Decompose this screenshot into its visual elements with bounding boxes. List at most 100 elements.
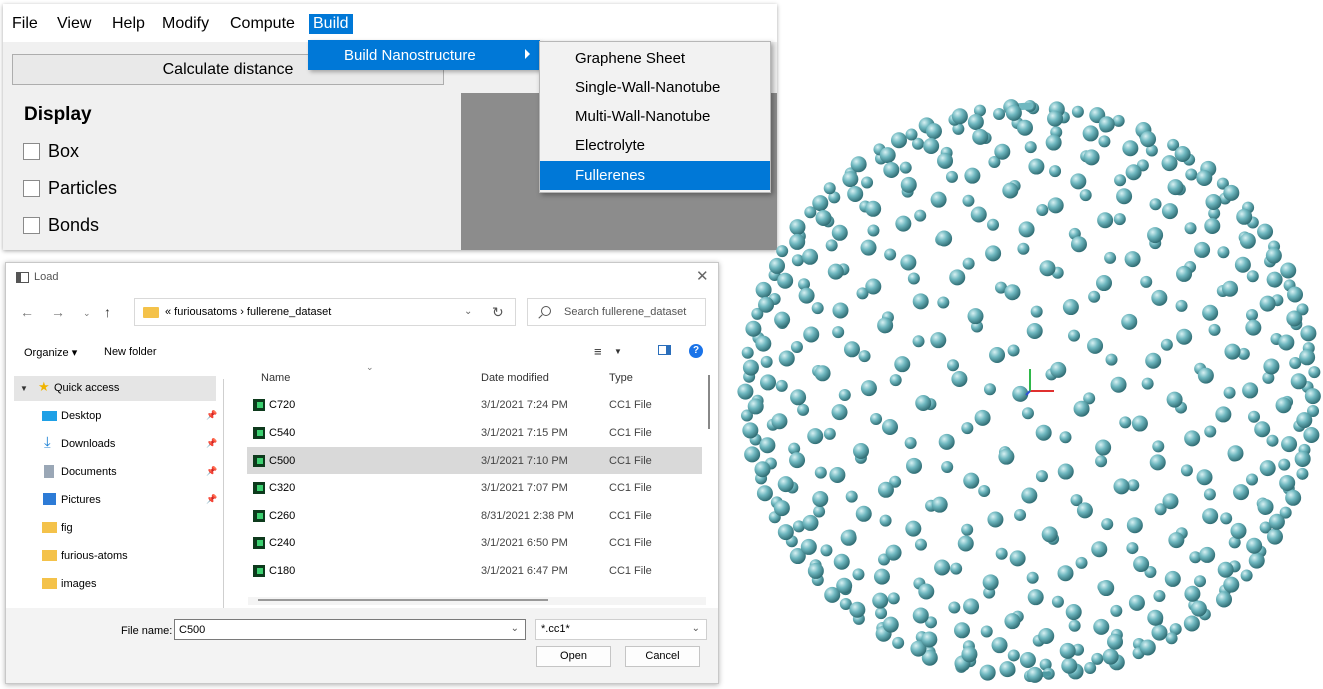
menu-item-graphene-sheet[interactable]: Graphene Sheet	[540, 44, 770, 73]
atom	[1095, 455, 1108, 468]
column-header-type[interactable]: Type	[609, 372, 633, 384]
column-header-date[interactable]: Date modified	[481, 372, 549, 384]
nav-item-furious-atoms[interactable]: furious-atoms	[14, 544, 216, 569]
file-row[interactable]: C260 8/31/2021 2:38 PM CC1 File	[247, 502, 702, 529]
nav-item-fig[interactable]: fig	[14, 516, 216, 541]
atom	[914, 209, 927, 222]
atom	[1290, 373, 1307, 390]
file-row[interactable]: C720 3/1/2021 7:24 PM CC1 File	[247, 391, 702, 418]
particles-checkbox[interactable]	[23, 180, 40, 197]
file-list-scrollbar[interactable]	[708, 375, 710, 429]
atom	[1038, 628, 1055, 645]
nav-scrollbar[interactable]	[223, 379, 224, 609]
menu-build[interactable]: Build	[309, 14, 353, 34]
column-header-name[interactable]: Name	[261, 372, 290, 384]
atom	[773, 500, 790, 517]
atom	[1166, 391, 1183, 408]
atom	[754, 461, 771, 478]
file-date: 8/31/2021 2:38 PM	[481, 510, 574, 522]
atom	[777, 524, 794, 541]
fullerene-molecule-view[interactable]	[735, 96, 1323, 686]
chevron-down-icon[interactable]: ⌄	[511, 623, 519, 634]
picture-icon	[43, 493, 56, 505]
file-row[interactable]: C180 3/1/2021 6:47 PM CC1 File	[247, 557, 702, 584]
nav-item-pictures[interactable]: Pictures 📌	[14, 488, 217, 513]
file-type-filter[interactable]: *.cc1* ⌄	[535, 619, 707, 640]
back-arrow-icon[interactable]: ←	[20, 304, 34, 320]
nav-item-quick-access[interactable]: ▼ ★ Quick access	[14, 376, 216, 401]
atom	[1184, 222, 1197, 235]
pin-icon[interactable]: 📌	[206, 438, 217, 449]
atom	[1176, 265, 1193, 282]
atom	[797, 403, 810, 416]
nav-item-documents[interactable]: Documents 📌	[14, 460, 217, 485]
atom	[894, 356, 911, 373]
atom	[1239, 232, 1256, 249]
chevron-down-icon[interactable]: ⌄	[692, 623, 700, 634]
atom	[1202, 508, 1219, 525]
forward-arrow-icon[interactable]: →	[51, 304, 65, 320]
chevron-down-icon[interactable]: ▼	[614, 347, 622, 356]
file-row[interactable]: C240 3/1/2021 6:50 PM CC1 File	[247, 529, 702, 556]
horizontal-scrollbar[interactable]	[248, 597, 706, 605]
up-arrow-icon[interactable]: ↑	[104, 304, 111, 320]
atom	[742, 359, 759, 376]
menu-help[interactable]: Help	[112, 15, 145, 33]
scrollbar-thumb[interactable]	[258, 599, 548, 601]
view-menu-icon[interactable]: ≡	[594, 344, 602, 359]
pin-icon[interactable]: 📌	[206, 410, 217, 421]
new-folder-button[interactable]: New folder	[104, 346, 157, 358]
box-checkbox[interactable]	[23, 143, 40, 160]
file-type: CC1 File	[609, 399, 652, 411]
menu-compute[interactable]: Compute	[230, 15, 295, 33]
expand-chevron-icon[interactable]: ▼	[20, 384, 28, 393]
build-nanostructure-menu-item[interactable]: Build Nanostructure	[308, 40, 540, 70]
file-row[interactable]: C540 3/1/2021 7:15 PM CC1 File	[247, 419, 702, 446]
atom	[847, 185, 864, 202]
menu-view[interactable]: View	[57, 15, 91, 33]
organize-button[interactable]: Organize ▾	[24, 346, 77, 359]
nav-item-desktop[interactable]: Desktop 📌	[14, 404, 217, 429]
display-heading: Display	[24, 104, 92, 125]
file-row-selected[interactable]: C500 3/1/2021 7:10 PM CC1 File	[247, 447, 702, 474]
atom	[1184, 585, 1201, 602]
atom	[870, 412, 883, 425]
nav-item-downloads[interactable]: ⤓ Downloads 📌	[14, 432, 217, 457]
file-type: CC1 File	[609, 427, 652, 439]
atom	[1026, 571, 1039, 584]
chevron-down-icon[interactable]: ⌄	[464, 306, 472, 317]
nav-item-label: Documents	[61, 466, 117, 478]
atom	[882, 616, 899, 633]
atom	[1167, 179, 1184, 196]
menu-modify[interactable]: Modify	[162, 15, 209, 33]
atom	[756, 485, 773, 502]
atom	[1047, 110, 1064, 127]
atom	[1082, 125, 1099, 142]
atom	[807, 562, 824, 579]
cancel-button[interactable]: Cancel	[625, 646, 700, 667]
address-bar[interactable]: « furiousatoms › fullerene_dataset ⌄ ↻	[134, 298, 516, 326]
file-date: 3/1/2021 6:50 PM	[481, 537, 568, 549]
atom	[934, 559, 951, 576]
refresh-icon[interactable]: ↻	[492, 304, 504, 321]
atom	[1194, 241, 1211, 258]
help-icon[interactable]: ?	[689, 344, 703, 358]
close-icon[interactable]: ✕	[696, 267, 709, 285]
file-name-input[interactable]: C500 ⌄	[174, 619, 526, 640]
atom	[963, 598, 980, 615]
recent-chevron-icon[interactable]: ⌄	[83, 308, 91, 319]
nav-item-images[interactable]: images	[14, 572, 216, 597]
preview-pane-icon[interactable]	[658, 345, 671, 355]
pin-icon[interactable]: 📌	[206, 494, 217, 505]
atom	[1248, 552, 1265, 569]
atom	[1026, 666, 1043, 683]
search-input[interactable]: Search fullerene_dataset	[527, 298, 706, 326]
window-icon	[16, 272, 29, 283]
atom	[845, 490, 858, 503]
pin-icon[interactable]: 📌	[206, 466, 217, 477]
atom	[877, 317, 894, 334]
file-row[interactable]: C320 3/1/2021 7:07 PM CC1 File	[247, 474, 702, 501]
menu-file[interactable]: File	[12, 15, 38, 33]
bonds-checkbox[interactable]	[23, 217, 40, 234]
open-button[interactable]: Open	[536, 646, 611, 667]
